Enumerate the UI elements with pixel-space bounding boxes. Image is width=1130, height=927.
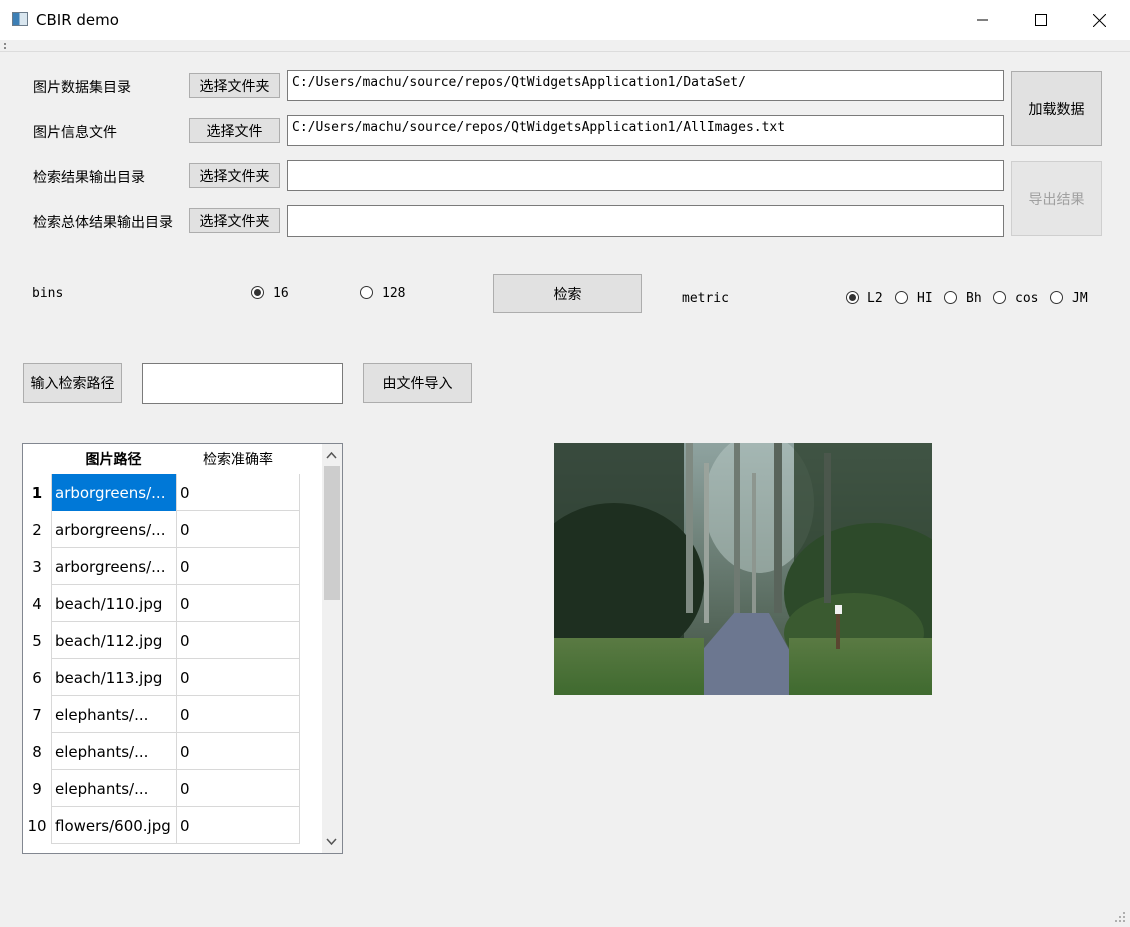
metric-cos-radio[interactable] xyxy=(993,291,1006,304)
row-number[interactable]: 6 xyxy=(23,659,51,696)
table-row[interactable]: 1 arborgreens/... 0 xyxy=(23,474,300,511)
choose-result-folder-button[interactable]: 选择文件夹 xyxy=(189,163,280,188)
scroll-down-icon[interactable] xyxy=(326,838,337,846)
cell-image-path[interactable]: beach/110.jpg xyxy=(51,585,176,622)
load-data-button[interactable]: 加载数据 xyxy=(1011,71,1102,146)
table-row[interactable]: 6 beach/113.jpg 0 xyxy=(23,659,300,696)
cell-image-path[interactable]: flowers/600.jpg xyxy=(51,807,176,844)
row-number[interactable]: 7 xyxy=(23,696,51,733)
metric-bh-radio[interactable] xyxy=(944,291,957,304)
cell-accuracy[interactable]: 0 xyxy=(176,770,300,807)
table-row[interactable]: 7 elephants/... 0 xyxy=(23,696,300,733)
metric-hi-radio[interactable] xyxy=(895,291,908,304)
cell-image-path[interactable]: arborgreens/... xyxy=(51,474,176,511)
cell-image-path[interactable]: arborgreens/... xyxy=(51,548,176,585)
row-number[interactable]: 1 xyxy=(23,474,51,511)
result-output-dir-input[interactable] xyxy=(287,160,1004,191)
row-number[interactable]: 10 xyxy=(23,807,51,844)
dataset-dir-label: 图片数据集目录 xyxy=(33,80,131,96)
bins-16-label: 16 xyxy=(273,286,289,301)
result-output-dir-label: 检索结果输出目录 xyxy=(33,170,145,186)
row-number[interactable]: 5 xyxy=(23,622,51,659)
dataset-dir-input[interactable]: C:/Users/machu/source/repos/QtWidgetsApp… xyxy=(287,70,1004,101)
bins-label: bins xyxy=(32,286,64,301)
row-number[interactable]: 8 xyxy=(23,733,51,770)
cell-image-path[interactable]: elephants/... xyxy=(51,696,176,733)
input-query-path-button[interactable]: 输入检索路径 xyxy=(23,363,122,403)
info-file-label: 图片信息文件 xyxy=(33,125,117,141)
header-accuracy[interactable]: 检索准确率 xyxy=(176,444,300,474)
choose-overall-folder-button[interactable]: 选择文件夹 xyxy=(189,208,280,233)
cell-image-path[interactable]: elephants/... xyxy=(51,770,176,807)
table-row[interactable]: 5 beach/112.jpg 0 xyxy=(23,622,300,659)
scroll-thumb[interactable] xyxy=(324,466,340,600)
minimize-icon xyxy=(977,19,988,21)
bins-16-radio[interactable] xyxy=(251,286,264,299)
metric-cos-label: cos xyxy=(1015,291,1039,306)
cell-accuracy[interactable]: 0 xyxy=(176,548,300,585)
table-row[interactable]: 8 elephants/... 0 xyxy=(23,733,300,770)
export-result-button[interactable]: 导出结果 xyxy=(1011,161,1102,236)
metric-label: metric xyxy=(682,291,729,306)
cell-image-path[interactable]: beach/112.jpg xyxy=(51,622,176,659)
resize-grip-icon[interactable] xyxy=(1114,911,1126,923)
search-button[interactable]: 检索 xyxy=(493,274,642,313)
metric-l2-radio[interactable] xyxy=(846,291,859,304)
metric-jm-label: JM xyxy=(1072,291,1088,306)
row-number[interactable]: 4 xyxy=(23,585,51,622)
header-image-path[interactable]: 图片路径 xyxy=(51,444,176,474)
cell-accuracy[interactable]: 0 xyxy=(176,807,300,844)
overall-result-dir-input[interactable] xyxy=(287,205,1004,237)
results-table[interactable]: 图片路径 检索准确率 1 arborgreens/... 0 2 arborgreens… xyxy=(22,443,343,854)
cell-accuracy[interactable]: 0 xyxy=(176,474,300,511)
app-icon xyxy=(12,12,28,26)
window-title: CBIR demo xyxy=(36,11,119,29)
image-preview xyxy=(554,443,932,695)
cell-accuracy[interactable]: 0 xyxy=(176,733,300,770)
scroll-up-icon[interactable] xyxy=(326,451,337,459)
choose-info-file-button[interactable]: 选择文件 xyxy=(189,118,280,143)
import-from-file-button[interactable]: 由文件导入 xyxy=(363,363,472,403)
maximize-button[interactable] xyxy=(1012,0,1070,40)
cell-accuracy[interactable]: 0 xyxy=(176,696,300,733)
table-row[interactable]: 3 arborgreens/... 0 xyxy=(23,548,300,585)
row-number[interactable]: 9 xyxy=(23,770,51,807)
table-row[interactable]: 4 beach/110.jpg 0 xyxy=(23,585,300,622)
cell-image-path[interactable]: arborgreens/... xyxy=(51,511,176,548)
cell-accuracy[interactable]: 0 xyxy=(176,585,300,622)
cell-accuracy[interactable]: 0 xyxy=(176,622,300,659)
toolbar-grip-icon[interactable] xyxy=(4,43,10,49)
close-icon xyxy=(1092,13,1106,27)
overall-result-dir-label: 检索总体结果输出目录 xyxy=(33,215,173,231)
table-row[interactable]: 9 elephants/... 0 xyxy=(23,770,300,807)
maximize-icon xyxy=(1035,14,1047,26)
close-button[interactable] xyxy=(1070,0,1128,40)
query-path-input[interactable] xyxy=(142,363,343,404)
cell-image-path[interactable]: beach/113.jpg xyxy=(51,659,176,696)
toolbar-area xyxy=(0,40,1130,52)
table-row[interactable]: 2 arborgreens/... 0 xyxy=(23,511,300,548)
metric-jm-radio[interactable] xyxy=(1050,291,1063,304)
cell-image-path[interactable]: elephants/... xyxy=(51,733,176,770)
row-number[interactable]: 3 xyxy=(23,548,51,585)
metric-hi-label: HI xyxy=(917,291,933,306)
minimize-button[interactable] xyxy=(954,0,1012,40)
metric-bh-label: Bh xyxy=(966,291,982,306)
cell-accuracy[interactable]: 0 xyxy=(176,511,300,548)
row-number[interactable]: 2 xyxy=(23,511,51,548)
metric-l2-label: L2 xyxy=(867,291,883,306)
bins-128-label: 128 xyxy=(382,286,406,301)
bins-128-radio[interactable] xyxy=(360,286,373,299)
choose-dataset-folder-button[interactable]: 选择文件夹 xyxy=(189,73,280,98)
info-file-input[interactable]: C:/Users/machu/source/repos/QtWidgetsApp… xyxy=(287,115,1004,146)
cell-accuracy[interactable]: 0 xyxy=(176,659,300,696)
forest-path-image xyxy=(554,443,932,695)
table-row[interactable]: 10 flowers/600.jpg 0 xyxy=(23,807,300,844)
